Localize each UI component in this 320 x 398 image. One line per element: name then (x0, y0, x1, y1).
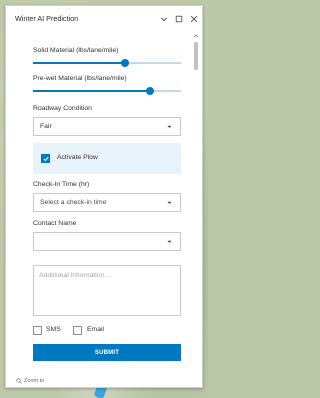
activate-plow-label: Activate Plow (57, 154, 98, 161)
checkin-time-select[interactable]: Select a check-in time (33, 193, 181, 212)
roadway-condition-value: Fair (40, 123, 52, 130)
scrollbar[interactable] (193, 33, 199, 371)
chevron-down-icon (167, 125, 172, 128)
form-content: Solid Material (lbs/lane/mile) Pre-wet M… (6, 31, 192, 371)
checkin-time-label: Check-In Time (hr) (33, 181, 90, 188)
prewet-material-label: Pre-wet Material (lbs/lane/mile) (33, 75, 127, 82)
additional-info-textarea[interactable]: Additional information... (33, 265, 181, 316)
roadway-condition-select[interactable]: Fair (33, 117, 181, 136)
email-label: Email (87, 326, 104, 333)
checkin-time-placeholder: Select a check-in time (40, 199, 107, 206)
sms-checkbox[interactable] (33, 326, 42, 335)
solid-material-label: Solid Material (lbs/lane/mile) (33, 47, 119, 54)
scroll-thumb[interactable] (194, 42, 198, 70)
slider-fill (33, 90, 150, 92)
activate-plow-checkbox[interactable] (41, 154, 50, 163)
chevron-down-icon (167, 201, 172, 204)
zoom-to-link[interactable]: Zoom to (16, 378, 44, 384)
chevron-down-icon[interactable] (157, 12, 170, 25)
zoom-to-icon (16, 378, 22, 384)
title-bar: Winter AI Prediction (6, 6, 202, 31)
scroll-up-icon[interactable] (193, 33, 199, 39)
email-checkbox[interactable] (73, 326, 82, 335)
sms-label: SMS (46, 326, 61, 333)
zoom-to-label: Zoom to (24, 378, 45, 384)
slider-thumb[interactable] (145, 87, 154, 95)
maximize-icon[interactable] (172, 12, 185, 25)
submit-button[interactable]: SUBMIT (33, 344, 181, 361)
slider-fill (33, 62, 125, 64)
solid-material-slider[interactable] (33, 59, 181, 67)
checkmark-icon (43, 156, 49, 162)
contact-name-select[interactable] (33, 232, 181, 251)
additional-info-placeholder: Additional information... (39, 272, 111, 279)
chevron-down-icon (167, 240, 172, 243)
roadway-condition-label: Roadway Condition (33, 105, 92, 112)
contact-name-label: Contact Name (33, 220, 77, 227)
panel-title: Winter AI Prediction (15, 14, 79, 23)
slider-thumb[interactable] (120, 59, 129, 67)
activate-plow-box: Activate Plow (33, 143, 181, 174)
widget-panel: Winter AI Prediction Solid Material (lbs… (5, 5, 203, 388)
prewet-material-slider[interactable] (33, 87, 181, 95)
close-icon[interactable] (187, 12, 200, 25)
